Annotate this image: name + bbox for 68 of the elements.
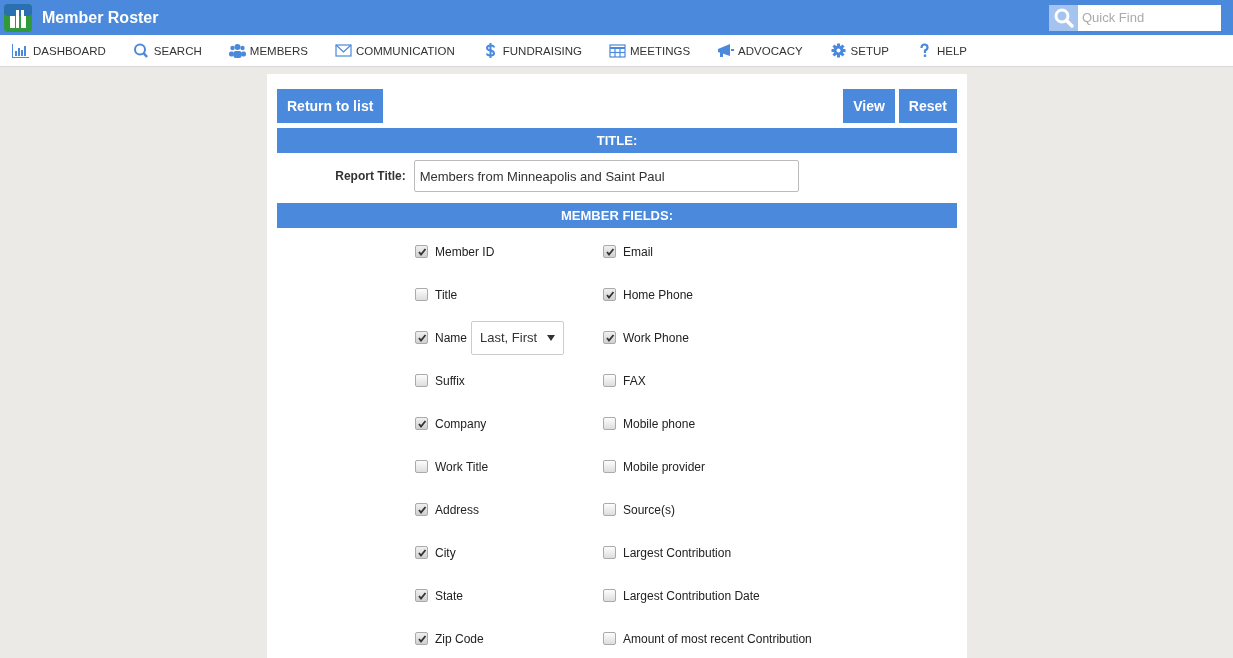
app-title: Member Roster <box>42 8 159 27</box>
checkbox[interactable] <box>415 589 428 602</box>
field-label: FAX <box>623 373 646 388</box>
checkbox[interactable] <box>603 331 616 344</box>
checkbox[interactable] <box>603 632 616 645</box>
field-label: Amount of most recent Contribution <box>623 631 812 646</box>
field-label: Name <box>435 330 467 345</box>
checkbox[interactable] <box>415 417 428 430</box>
nav-link[interactable]: SEARCH <box>132 43 202 58</box>
checkbox[interactable] <box>603 503 616 516</box>
name-format-dropdown[interactable]: Last, First <box>471 320 565 355</box>
field-label: Work Phone <box>623 330 689 345</box>
checkbox[interactable] <box>415 546 428 559</box>
nav-link[interactable]: COMMUNICATION <box>334 43 455 58</box>
field-label: Zip Code <box>435 631 484 646</box>
field-label: City <box>435 545 456 560</box>
checkbox[interactable] <box>603 288 616 301</box>
action-button[interactable]: Reset <box>898 89 957 123</box>
field-label: Company <box>435 416 487 431</box>
field-label: Email <box>623 244 653 259</box>
field-label: Mobile phone <box>623 416 696 431</box>
checkbox[interactable] <box>603 245 616 258</box>
field-label: Mobile provider <box>623 459 706 474</box>
checkbox[interactable] <box>603 589 616 602</box>
section-header: TITLE: <box>277 128 957 153</box>
section-header: MEMBER FIELDS: <box>277 203 957 228</box>
field-label: State <box>435 588 464 603</box>
field-label: Source(s) <box>623 502 675 517</box>
field-label: Title <box>435 287 458 302</box>
checkbox[interactable] <box>603 417 616 430</box>
checkbox[interactable] <box>415 331 428 344</box>
report-title-field[interactable]: Members from Minneapolis and Saint Paul <box>413 160 799 192</box>
nav-link[interactable]: MEETINGS <box>609 43 691 58</box>
megaphone-icon <box>717 43 735 58</box>
checkbox[interactable] <box>603 546 616 559</box>
logo-icon <box>4 3 32 32</box>
nav-link[interactable]: SETUP <box>829 43 889 58</box>
field-label: Home Phone <box>623 287 694 302</box>
bar-chart-icon <box>12 43 29 58</box>
field-label: Member ID <box>435 244 495 259</box>
calendar-icon <box>609 43 626 58</box>
field-label: Suffix <box>435 373 465 388</box>
checkbox[interactable] <box>415 245 428 258</box>
nav-link[interactable]: DASHBOARD <box>12 43 106 58</box>
nav-link[interactable]: HELP <box>915 43 967 58</box>
search-icon <box>1053 7 1074 28</box>
checkbox[interactable] <box>415 288 428 301</box>
checkbox[interactable] <box>603 460 616 473</box>
nav-link[interactable]: FUNDRAISING <box>481 43 582 58</box>
checkbox[interactable] <box>415 460 428 473</box>
nav-link[interactable]: MEMBERS <box>228 43 308 58</box>
report-title-label: Report Title: <box>335 169 406 183</box>
field-label: Largest Contribution Date <box>623 588 760 603</box>
checkbox[interactable] <box>415 632 428 645</box>
nav-link[interactable]: ADVOCACY <box>717 43 803 58</box>
envelope-icon <box>334 43 352 58</box>
return-to-list-button[interactable]: Return to list <box>277 89 384 123</box>
search-icon <box>132 43 150 58</box>
field-label: Address <box>435 502 480 517</box>
people-icon <box>228 43 246 58</box>
gear-icon <box>829 43 847 58</box>
checkbox[interactable] <box>603 374 616 387</box>
action-button[interactable]: View <box>843 89 895 123</box>
checkbox[interactable] <box>415 503 428 516</box>
checkbox[interactable] <box>415 374 428 387</box>
field-label: Largest Contribution <box>623 545 732 560</box>
caret-icon <box>547 334 556 341</box>
field-label: Work Title <box>435 459 489 474</box>
